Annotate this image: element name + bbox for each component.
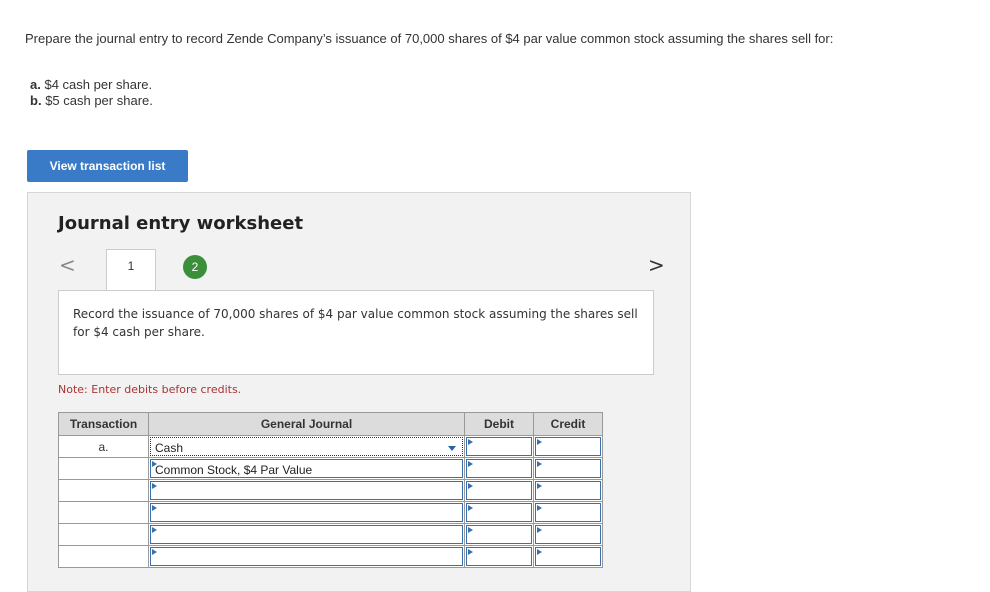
debit-input[interactable] [464, 457, 534, 480]
input-marker-icon [468, 483, 473, 489]
debit-input[interactable] [464, 501, 534, 524]
input-marker-icon [468, 461, 473, 467]
tab-1[interactable]: 1 [106, 249, 156, 291]
transaction-cell [58, 457, 149, 480]
account-select[interactable] [148, 501, 465, 524]
credit-input[interactable] [533, 479, 603, 502]
account-value: Cash [155, 441, 184, 455]
debit-input[interactable] [464, 479, 534, 502]
account-select[interactable] [148, 479, 465, 502]
transaction-cell: a. [58, 435, 149, 458]
table-row: a. Cash [58, 435, 603, 458]
tab-2[interactable]: 2 [183, 255, 207, 279]
table-row [58, 545, 603, 568]
table-row [58, 501, 603, 524]
input-marker-icon [468, 527, 473, 533]
table-row [58, 523, 603, 546]
transaction-cell [58, 501, 149, 524]
option-b: b. $5 cash per share. [30, 93, 153, 108]
input-marker-icon [468, 505, 473, 511]
input-marker-icon [537, 549, 542, 555]
input-marker-icon [468, 549, 473, 555]
account-select[interactable]: Common Stock, $4 Par Value [148, 457, 465, 480]
input-marker-icon [537, 527, 542, 533]
input-marker-icon [152, 527, 157, 533]
credit-input[interactable] [533, 435, 603, 458]
table-row: Common Stock, $4 Par Value [58, 457, 603, 480]
note-text: Note: Enter debits before credits. [58, 383, 242, 396]
option-a: a. $4 cash per share. [30, 77, 153, 92]
debit-input[interactable] [464, 435, 534, 458]
account-value: Common Stock, $4 Par Value [155, 463, 313, 477]
transaction-cell [58, 523, 149, 546]
journal-worksheet: Journal entry worksheet < 1 2 > Record t… [27, 192, 691, 592]
input-marker-icon [152, 505, 157, 511]
account-select[interactable] [148, 523, 465, 546]
account-select[interactable] [148, 545, 465, 568]
account-select[interactable]: Cash [148, 435, 465, 458]
question-text: Prepare the journal entry to record Zend… [25, 31, 834, 46]
header-transaction: Transaction [58, 412, 149, 436]
entry-prompt: Record the issuance of 70,000 shares of … [58, 290, 654, 375]
answer-options: a. $4 cash per share. b. $5 cash per sha… [30, 77, 153, 109]
next-arrow-icon[interactable]: > [648, 253, 665, 277]
credit-input[interactable] [533, 545, 603, 568]
input-marker-icon [468, 439, 473, 445]
input-marker-icon [537, 461, 542, 467]
header-credit: Credit [533, 412, 603, 436]
transaction-cell [58, 545, 149, 568]
prev-arrow-icon[interactable]: < [59, 253, 76, 277]
credit-input[interactable] [533, 501, 603, 524]
input-marker-icon [152, 549, 157, 555]
dropdown-arrow-icon[interactable] [448, 446, 456, 451]
table-row [58, 479, 603, 502]
header-debit: Debit [464, 412, 534, 436]
credit-input[interactable] [533, 457, 603, 480]
input-marker-icon [537, 439, 542, 445]
view-transaction-list-button[interactable]: View transaction list [27, 150, 188, 182]
debit-input[interactable] [464, 523, 534, 546]
debit-input[interactable] [464, 545, 534, 568]
credit-input[interactable] [533, 523, 603, 546]
input-marker-icon [537, 505, 542, 511]
worksheet-title: Journal entry worksheet [58, 213, 304, 234]
input-marker-icon [537, 483, 542, 489]
transaction-cell [58, 479, 149, 502]
journal-table: Transaction General Journal Debit Credit… [58, 412, 603, 568]
header-general-journal: General Journal [148, 412, 465, 436]
input-marker-icon [152, 483, 157, 489]
